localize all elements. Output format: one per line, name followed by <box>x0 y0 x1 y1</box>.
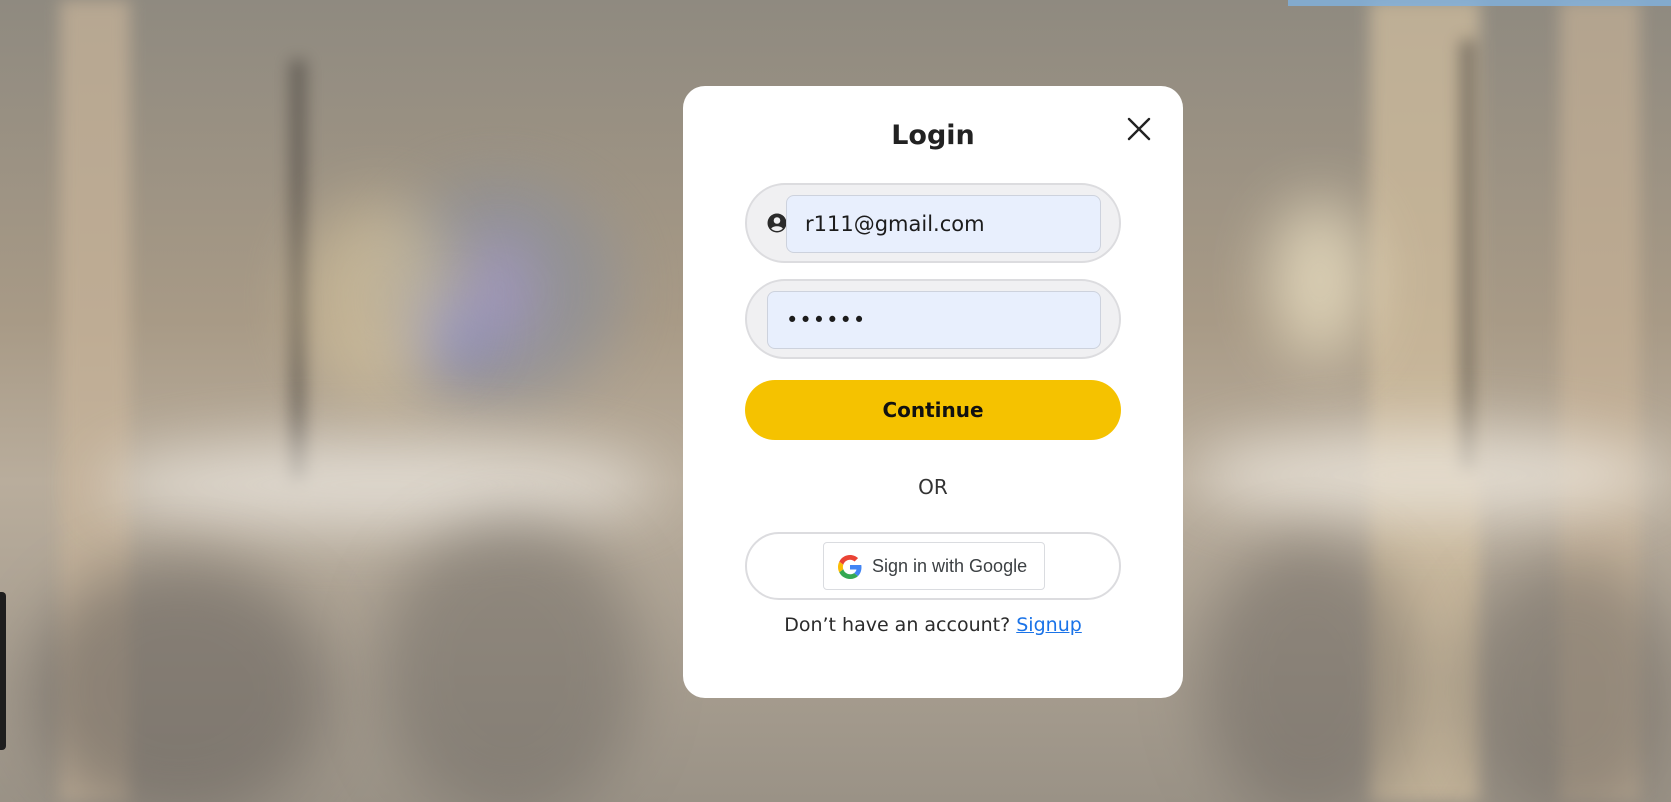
modal-title: Login <box>891 120 975 151</box>
password-field-container <box>745 279 1121 359</box>
google-signin-button[interactable]: Sign in with Google <box>823 542 1045 590</box>
close-icon[interactable] <box>1123 113 1155 145</box>
email-field-container <box>745 183 1121 263</box>
continue-button[interactable]: Continue <box>745 380 1121 440</box>
google-signin-container: Sign in with Google <box>745 532 1121 600</box>
password-input[interactable] <box>767 291 1101 349</box>
google-signin-label: Sign in with Google <box>872 556 1028 576</box>
or-divider-text: OR <box>918 475 948 499</box>
top-edge-bar <box>1288 0 1671 6</box>
user-circle-icon <box>767 213 787 233</box>
no-account-text: Don’t have an account? <box>784 614 1011 636</box>
signup-link[interactable]: Signup <box>1016 614 1082 636</box>
signup-prompt: Don’t have an account? Signup <box>683 614 1183 636</box>
side-toolbar-tab[interactable] <box>0 592 6 750</box>
email-input[interactable] <box>786 195 1101 253</box>
close-button[interactable] <box>1123 113 1155 145</box>
google-g-icon <box>838 555 862 579</box>
